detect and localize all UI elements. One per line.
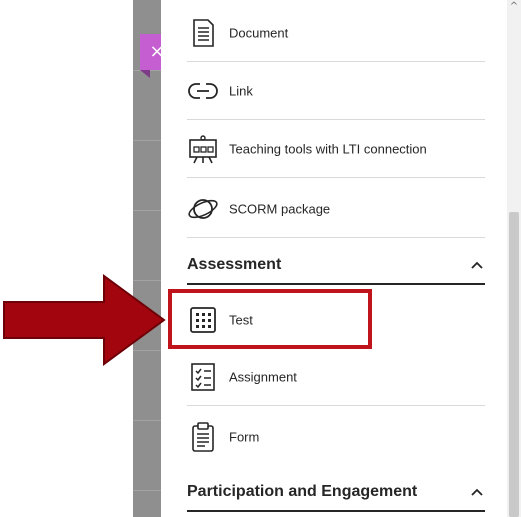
- section-participation-engagement[interactable]: Participation and Engagement: [187, 472, 485, 512]
- scorm-icon: [188, 199, 218, 219]
- menu-item-label: Assignment: [229, 369, 297, 385]
- add-content-panel: Document Link Teaching tools with LTI co…: [161, 0, 505, 517]
- annotation-highlight-box: [168, 289, 372, 349]
- menu-item-label: Form: [229, 429, 260, 445]
- chevron-up-icon[interactable]: [469, 257, 485, 273]
- menu-item-link[interactable]: Link: [161, 62, 485, 120]
- menu-item-form[interactable]: Form: [161, 408, 485, 466]
- menu-item-assignment[interactable]: Assignment: [161, 348, 485, 406]
- lti-tools-icon: [189, 135, 217, 164]
- menu-item-label: SCORM package: [229, 201, 331, 217]
- document-icon: [193, 19, 214, 47]
- scrollbar[interactable]: ^: [507, 0, 521, 517]
- menu-item-document[interactable]: Document: [161, 4, 485, 62]
- assignment-icon: [191, 363, 215, 391]
- section-title: Participation and Engagement: [187, 483, 418, 500]
- annotation-arrow-icon: [3, 274, 166, 366]
- section-title: Assessment: [187, 256, 282, 273]
- section-assessment[interactable]: Assessment: [187, 245, 485, 285]
- menu-item-label: Link: [229, 83, 253, 99]
- scroll-up-icon[interactable]: ^: [507, 0, 521, 14]
- menu-item-scorm[interactable]: SCORM package: [161, 180, 485, 238]
- menu-item-label: Teaching tools with LTI connection: [229, 141, 427, 157]
- form-icon: [192, 422, 214, 452]
- link-icon: [188, 83, 218, 99]
- scrollbar-thumb[interactable]: [509, 212, 519, 517]
- chevron-up-icon[interactable]: [469, 484, 485, 500]
- menu-item-lti-tools[interactable]: Teaching tools with LTI connection: [161, 120, 485, 178]
- menu-item-label: Document: [229, 25, 289, 41]
